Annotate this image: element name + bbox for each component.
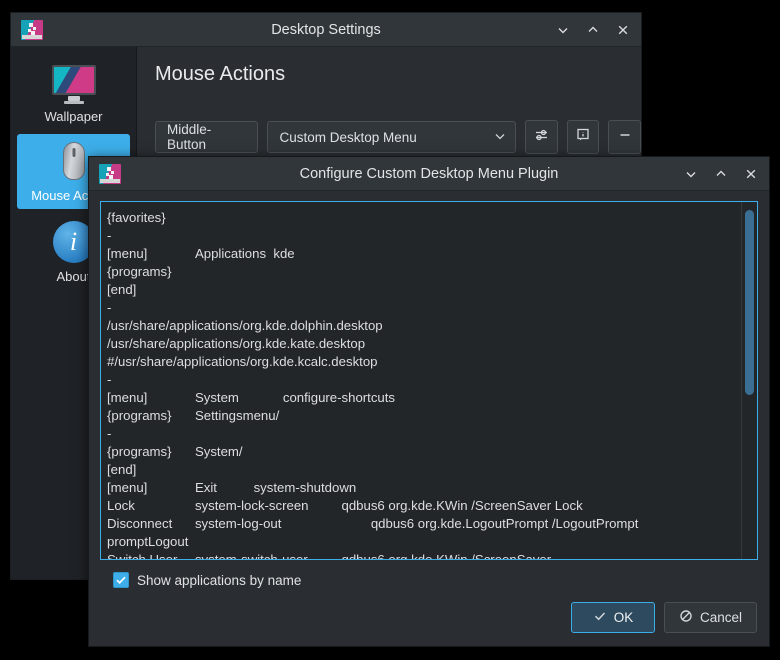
desktop-settings-icon bbox=[99, 163, 121, 184]
dialog-title: Configure Custom Desktop Menu Plugin bbox=[299, 165, 559, 182]
sidebar-item-label: About bbox=[56, 269, 91, 284]
minimize-icon[interactable] bbox=[683, 166, 699, 182]
action-plugin-value: Custom Desktop Menu bbox=[279, 129, 417, 145]
sliders-icon bbox=[534, 127, 550, 148]
main-window-title: Desktop Settings bbox=[271, 21, 381, 38]
chevron-down-icon bbox=[493, 129, 507, 146]
cancel-button-label: Cancel bbox=[699, 610, 742, 625]
info-box-icon bbox=[575, 127, 591, 148]
configure-plugin-dialog: Configure Custom Desktop Menu Plugin {fa… bbox=[88, 156, 770, 647]
show-applications-by-name-label: Show applications by name bbox=[137, 572, 302, 588]
cancel-button[interactable]: Cancel bbox=[663, 602, 757, 633]
check-icon bbox=[593, 609, 607, 626]
close-icon[interactable] bbox=[743, 166, 759, 182]
desktop-settings-icon bbox=[21, 19, 43, 40]
dialog-body: {favorites} - [menu] Applications kde {p… bbox=[89, 191, 769, 588]
show-applications-by-name-row[interactable]: Show applications by name bbox=[100, 560, 758, 588]
vertical-scrollbar[interactable] bbox=[741, 202, 757, 559]
main-window-titlebar[interactable]: Desktop Settings bbox=[11, 13, 641, 47]
ok-button[interactable]: OK bbox=[570, 602, 655, 633]
configure-plugin-button[interactable] bbox=[525, 120, 558, 154]
remove-action-button[interactable] bbox=[608, 120, 642, 154]
maximize-icon[interactable] bbox=[585, 22, 601, 38]
maximize-icon[interactable] bbox=[713, 166, 729, 182]
show-applications-by-name-checkbox[interactable] bbox=[113, 572, 129, 588]
minus-icon bbox=[617, 127, 633, 148]
screen: Desktop Settings Wallpaper Mouse Actions… bbox=[0, 0, 780, 660]
sidebar-item-label: Wallpaper bbox=[44, 109, 103, 124]
sidebar-item-wallpaper[interactable]: Wallpaper bbox=[17, 57, 130, 130]
menu-config-editor[interactable]: {favorites} - [menu] Applications kde {p… bbox=[100, 201, 758, 560]
page-title: Mouse Actions bbox=[155, 63, 286, 85]
action-plugin-combobox[interactable]: Custom Desktop Menu bbox=[267, 121, 517, 153]
mouse-action-row: Middle-Button Custom Desktop Menu bbox=[155, 120, 642, 154]
cancel-circle-icon bbox=[679, 609, 693, 626]
close-icon[interactable] bbox=[615, 22, 631, 38]
dialog-window-controls bbox=[683, 166, 759, 182]
plugin-info-button[interactable] bbox=[566, 120, 600, 154]
scrollbar-thumb[interactable] bbox=[745, 210, 754, 395]
dialog-titlebar[interactable]: Configure Custom Desktop Menu Plugin bbox=[89, 157, 769, 191]
menu-config-text[interactable]: {favorites} - [menu] Applications kde {p… bbox=[101, 202, 741, 559]
monitor-wallpaper-icon bbox=[51, 65, 96, 104]
minimize-icon[interactable] bbox=[555, 22, 571, 38]
trigger-button-middle[interactable]: Middle-Button bbox=[155, 121, 259, 153]
main-window-controls bbox=[555, 22, 631, 38]
dialog-footer: OK Cancel bbox=[89, 588, 769, 646]
ok-button-label: OK bbox=[613, 610, 634, 625]
mouse-icon bbox=[61, 142, 87, 182]
